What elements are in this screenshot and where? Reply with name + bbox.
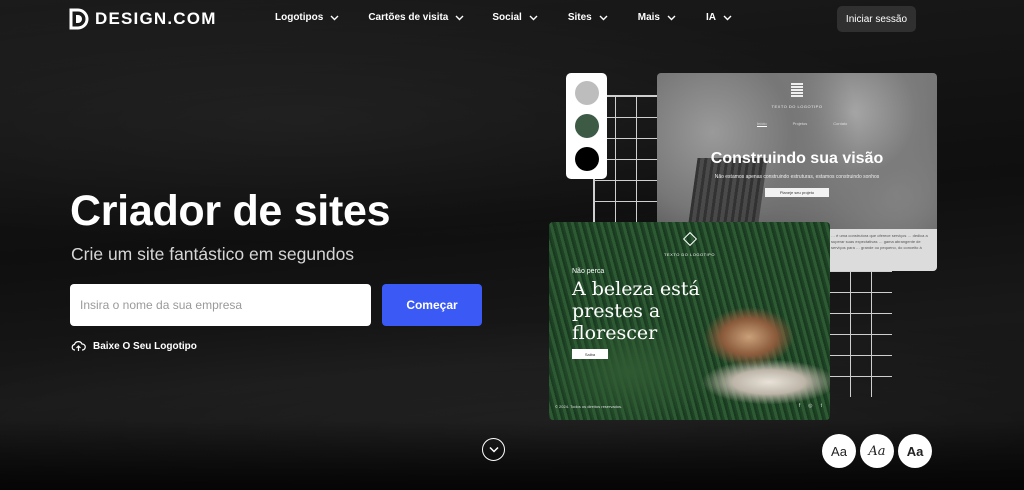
nav-label: Sites	[567, 12, 592, 23]
nav-sites[interactable]: Sites	[568, 12, 608, 23]
chevron-down-icon	[488, 446, 499, 453]
login-button[interactable]: Iniciar sessão	[837, 6, 916, 32]
scroll-down-button[interactable]	[482, 438, 505, 461]
chevron-down-icon	[599, 15, 608, 20]
template-button: Saiba	[572, 349, 608, 359]
template-logo: TEXTO DO LOGOTIPO	[657, 83, 937, 109]
template-nav-item: Início	[757, 121, 767, 127]
grid-decoration	[828, 270, 892, 397]
nav-label: IA	[705, 12, 716, 23]
font-sample-script: Aa	[860, 434, 894, 468]
template-title: A beleza está prestes a florescer	[572, 278, 700, 344]
instagram-icon: ◎	[808, 403, 813, 409]
nav-label: Cartões de visita	[368, 12, 449, 23]
template-logo-text: TEXTO DO LOGOTIPO	[664, 252, 715, 257]
brand-name: DESIGN.COM	[95, 9, 217, 28]
building-logo-icon	[791, 83, 803, 97]
template-social: f ◎ t	[799, 403, 822, 409]
nav-ia[interactable]: IA	[706, 12, 732, 23]
company-name-field	[70, 284, 371, 326]
template-preview-floral: TEXTO DO LOGOTIPO Não perca A beleza est…	[549, 222, 830, 420]
download-logo-label: Baixe O Seu Logotipo	[93, 340, 197, 352]
start-button[interactable]: Começar	[382, 284, 482, 326]
template-footer: © 2024. Todos os direitos reservados.	[555, 404, 623, 409]
nav-mais[interactable]: Mais	[638, 12, 676, 23]
template-subtitle: Não estamos apenas construindo estrutura…	[714, 174, 880, 180]
template-text-panel: … é uma construtora que oferece serviços…	[827, 229, 937, 271]
nav-label: Mais	[637, 12, 660, 23]
color-swatch	[574, 146, 599, 171]
chevron-down-icon	[455, 15, 464, 20]
nav-label: Social	[492, 12, 522, 23]
template-title: Construindo sua visão	[710, 150, 884, 167]
diamond-logo-icon	[682, 231, 697, 247]
design-logo-icon	[69, 8, 89, 30]
color-palette	[566, 73, 607, 179]
page-subtitle: Crie um site fantástico em segundos	[71, 244, 355, 264]
brand-logo[interactable]: DESIGN.COM	[69, 8, 217, 30]
company-name-input[interactable]	[80, 298, 371, 312]
chevron-down-icon	[723, 15, 732, 20]
font-sample-sans: Aa	[822, 434, 856, 468]
template-kicker: Não perca	[572, 268, 605, 275]
page-title: Criador de sites	[70, 187, 391, 235]
template-logo-text: TEXTO DO LOGOTIPO	[771, 104, 823, 109]
twitter-icon: t	[820, 403, 822, 409]
nav-logotipos[interactable]: Logotipos	[275, 12, 339, 23]
template-button: Planeje seu projeto	[765, 188, 829, 197]
nav-social[interactable]: Social	[492, 12, 538, 23]
nav-cartoes[interactable]: Cartões de visita	[368, 12, 464, 23]
template-logo: TEXTO DO LOGOTIPO	[549, 231, 830, 257]
template-panel-text: … é uma construtora que oferece serviços…	[831, 233, 928, 250]
facebook-icon: f	[798, 403, 801, 409]
chevron-down-icon	[529, 15, 538, 20]
main-nav: Logotipos Cartões de visita Social Sites…	[275, 12, 732, 23]
template-nav-item: Contato	[833, 121, 848, 126]
nav-label: Logotipos	[275, 12, 324, 23]
font-sample-bold: Aa	[898, 434, 932, 468]
color-swatch	[574, 81, 599, 106]
color-swatch	[574, 113, 599, 138]
template-nav: Início Projetos Contato	[757, 121, 847, 127]
site-header: DESIGN.COM Logotipos Cartões de visita S…	[0, 0, 1024, 38]
cloud-upload-icon	[71, 341, 86, 351]
chevron-down-icon	[330, 15, 339, 20]
download-logo-link[interactable]: Baixe O Seu Logotipo	[71, 340, 197, 352]
template-nav-item: Projetos	[792, 121, 808, 126]
chevron-down-icon	[667, 15, 676, 20]
